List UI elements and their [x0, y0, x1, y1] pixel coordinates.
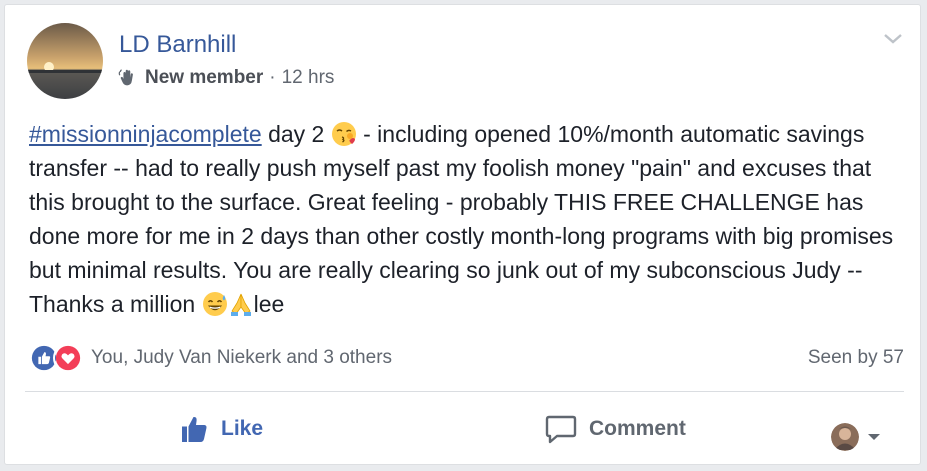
- caret-down-icon: [868, 434, 880, 440]
- comment-button[interactable]: Comment: [545, 407, 686, 451]
- member-badge[interactable]: New member: [145, 67, 263, 89]
- post-timestamp[interactable]: 12 hrs: [282, 67, 335, 89]
- author-avatar[interactable]: [27, 23, 103, 99]
- post-text-part1: day 2: [261, 121, 331, 147]
- post-meta: New member · 12 hrs: [117, 67, 334, 89]
- folded-hands-icon: [230, 293, 251, 316]
- reaction-names[interactable]: You, Judy Van Niekerk and 3 others: [91, 347, 392, 369]
- post-text-part3: lee: [253, 291, 285, 317]
- action-divider: [25, 391, 904, 392]
- audience-selector[interactable]: [831, 415, 895, 459]
- kissing-face-icon: [331, 122, 356, 146]
- like-label: Like: [221, 417, 264, 440]
- seen-count[interactable]: Seen by 57: [808, 347, 904, 369]
- like-button[interactable]: Like: [179, 407, 263, 451]
- post-card: LD Barnhill New member · 12 hrs #mission…: [4, 4, 921, 465]
- post-text-part2: - including opened 10%/month automatic s…: [29, 121, 894, 317]
- comment-bubble-icon: [545, 415, 577, 444]
- wave-hand-icon: [118, 69, 133, 86]
- reactions-bar: You, Judy Van Niekerk and 3 others: [29, 343, 392, 373]
- chevron-down-icon[interactable]: [882, 31, 904, 47]
- meta-separator: ·: [269, 67, 276, 88]
- author-name[interactable]: LD Barnhill: [119, 31, 236, 59]
- user-avatar: [831, 423, 859, 451]
- hashtag-link[interactable]: #missionninjacomplete: [29, 121, 262, 147]
- post-body: #missionninjacomplete day 2 - including …: [29, 117, 899, 321]
- thumbs-up-icon: [182, 416, 207, 442]
- comment-label: Comment: [589, 417, 686, 440]
- love-reaction-icon[interactable]: [53, 343, 83, 373]
- grinning-sweat-face-icon: [202, 292, 227, 316]
